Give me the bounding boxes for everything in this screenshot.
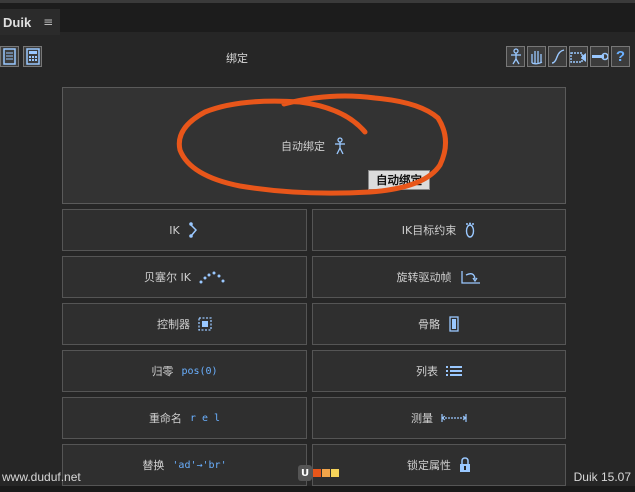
site-url: www.duduf.net: [2, 470, 81, 484]
hand-icon[interactable]: [527, 46, 546, 67]
auto-rig-label: 自动绑定: [281, 139, 325, 153]
ik-target-label: IK目标约束: [401, 224, 457, 237]
rename-button[interactable]: 重命名 r e l: [62, 397, 307, 439]
logo-mark-icon: U: [298, 465, 312, 481]
controller-button[interactable]: 控制器: [62, 303, 307, 345]
lock-property-button[interactable]: 锁定属性: [312, 444, 566, 486]
list-button[interactable]: 列表: [312, 350, 566, 392]
panel-menu-icon[interactable]: ≡: [43, 15, 53, 29]
panel-title: Duik: [3, 14, 32, 30]
wrench-icon[interactable]: [590, 46, 609, 67]
toolbar-left: [0, 46, 42, 67]
zero-out-label: 归零: [151, 365, 174, 378]
logo-square-icon: [331, 469, 339, 477]
replace-icon: 'ad'→'br': [172, 459, 227, 471]
panel-tab[interactable]: Duik ≡: [0, 9, 60, 35]
calculator-icon[interactable]: [23, 46, 42, 67]
logo-square-icon: [313, 469, 321, 477]
version-label: Duik 15.07: [573, 470, 631, 484]
curve-icon[interactable]: [548, 46, 567, 67]
list-label: 列表: [416, 365, 438, 378]
rotation-driver-button[interactable]: 旋转驱动帧: [312, 256, 566, 298]
controller-label: 控制器: [157, 318, 190, 331]
bone-icon: [448, 316, 460, 332]
human-figure-icon[interactable]: [506, 46, 525, 67]
auto-rig-tooltip: 自动绑定: [368, 170, 430, 190]
measure-label: 测量: [411, 412, 433, 425]
section-title: 绑定: [226, 52, 248, 65]
bone-label: 骨骼: [418, 318, 440, 331]
measure-icon: [441, 413, 467, 423]
bottom-bar: [0, 486, 635, 492]
ik-target-constraint-button[interactable]: IK目标约束: [312, 209, 566, 251]
logo-square-icon: [322, 469, 330, 477]
list-icon: [446, 365, 462, 377]
title-bar: Duik ≡: [0, 0, 635, 35]
ik-button[interactable]: IK: [62, 209, 307, 251]
replace-label: 替换: [142, 459, 165, 472]
watermark-logo: U: [298, 465, 339, 481]
rotation-driver-label: 旋转驱动帧: [396, 271, 452, 284]
bezier-ik-button[interactable]: 贝塞尔 IK: [62, 256, 307, 298]
lock-property-label: 锁定属性: [407, 459, 451, 472]
bezier-dots-icon: [199, 270, 225, 284]
replace-button[interactable]: 替换 'ad'→'br': [62, 444, 307, 486]
lock-icon: [459, 457, 471, 473]
rename-icon: r e l: [189, 412, 221, 424]
rotation-icon: [460, 269, 482, 285]
pos-zero-icon: pos(0): [181, 365, 218, 377]
auto-rig-button[interactable]: 自动绑定: [62, 87, 566, 204]
rename-label: 重命名: [148, 412, 182, 425]
human-figure-icon: [333, 136, 347, 155]
help-icon[interactable]: ?: [611, 46, 630, 67]
foot-icon: [464, 222, 476, 238]
measure-button[interactable]: 测量: [312, 397, 566, 439]
camera-icon[interactable]: [569, 46, 588, 67]
controller-icon: [198, 317, 212, 331]
bezier-ik-label: 贝塞尔 IK: [144, 271, 191, 284]
ik-label: IK: [169, 223, 180, 237]
document-icon[interactable]: [0, 46, 19, 67]
toolbar-right: ?: [506, 46, 630, 67]
bone-button[interactable]: 骨骼: [312, 303, 566, 345]
ik-chain-icon: [188, 221, 200, 239]
zero-out-button[interactable]: 归零 pos(0): [62, 350, 307, 392]
